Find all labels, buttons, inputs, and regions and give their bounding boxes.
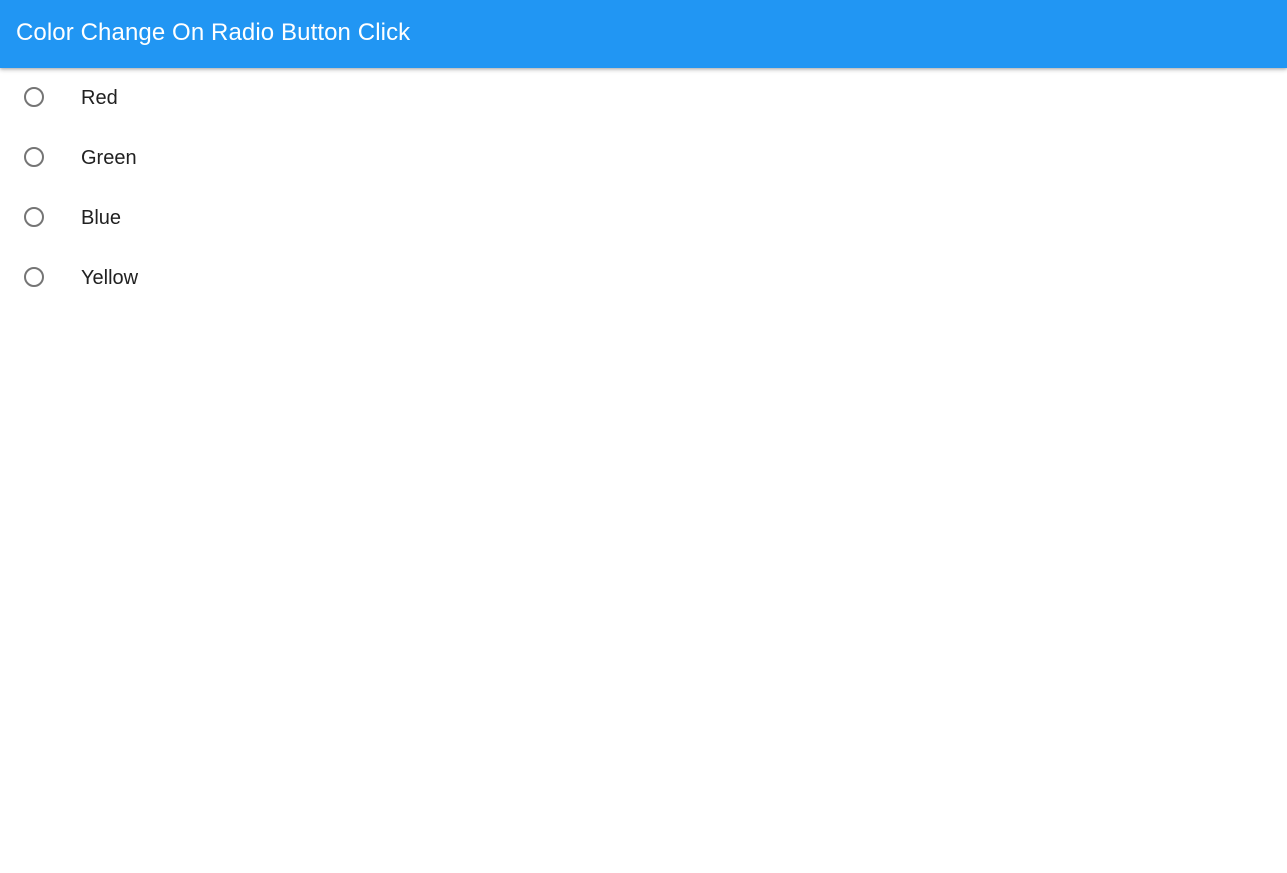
radio-option-yellow[interactable]: Yellow <box>0 248 1287 308</box>
radio-button-green[interactable] <box>24 147 44 167</box>
radio-label-yellow: Yellow <box>81 267 139 289</box>
radio-option-green[interactable]: Green <box>0 128 1287 188</box>
radio-label-red: Red <box>81 87 118 109</box>
radio-option-red[interactable]: Red <box>0 68 1287 128</box>
radio-button-blue[interactable] <box>24 207 44 227</box>
radio-button-yellow[interactable] <box>24 267 44 287</box>
radio-option-blue[interactable]: Blue <box>0 188 1287 248</box>
radio-label-blue: Blue <box>81 207 122 229</box>
app-bar-title: Color Change On Radio Button Click <box>16 19 411 46</box>
radio-group: Red Green Blue Yellow <box>0 68 1287 308</box>
app-bar: Color Change On Radio Button Click <box>0 0 1287 68</box>
radio-button-red[interactable] <box>24 87 44 107</box>
radio-label-green: Green <box>81 147 137 169</box>
